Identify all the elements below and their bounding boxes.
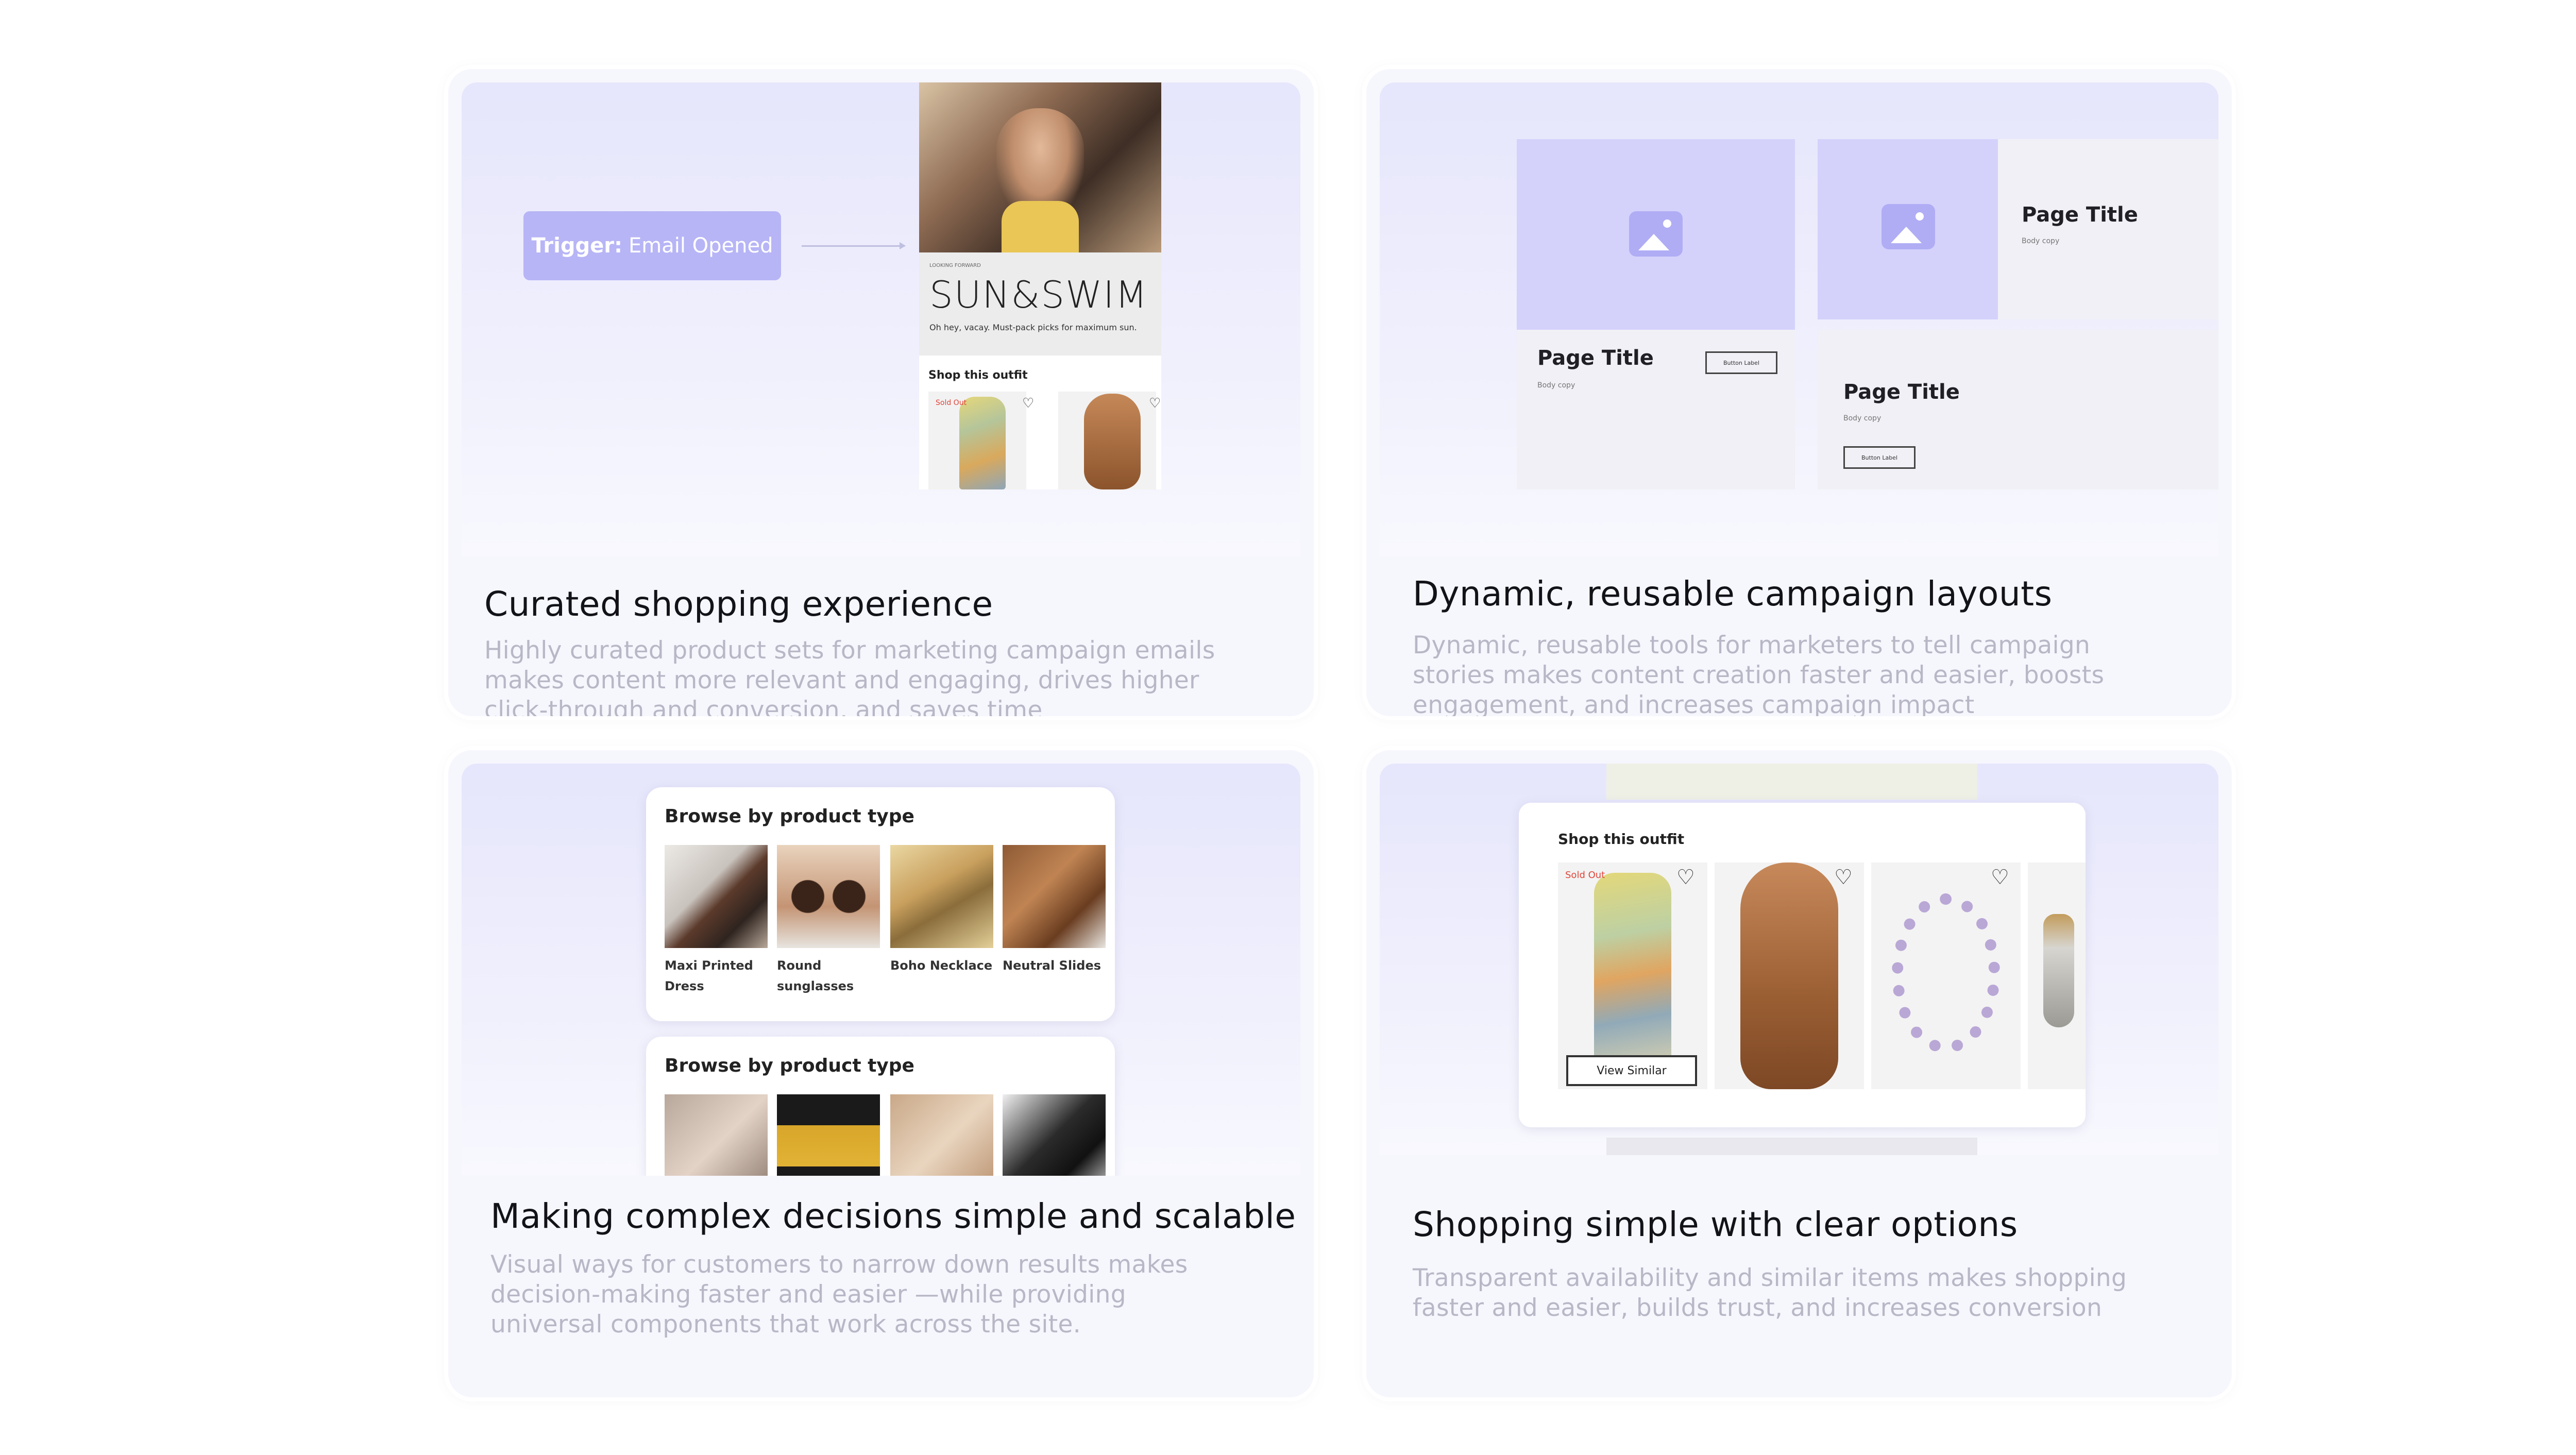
card-description: Transparent availability and similar ite… [1413, 1264, 2127, 1322]
card-curated-shopping: Trigger: Email Opened LOOKING FORWARD SU… [448, 69, 1314, 716]
tile-page-title: Page Title [2022, 203, 2138, 227]
arrow-connector [802, 242, 906, 249]
view-similar-button[interactable]: View Similar [1566, 1055, 1697, 1086]
card-description: Visual ways for customers to narrow down… [490, 1250, 1188, 1339]
sold-out-badge: Sold Out [1565, 870, 1605, 881]
card-title: Dynamic, reusable campaign layouts [1413, 574, 2053, 614]
background-strip [1606, 764, 1977, 800]
shop-outfit-title: Shop this outfit [928, 369, 1028, 382]
email-preview: LOOKING FORWARD SUN&SWIM Oh hey, vacay. … [919, 82, 1161, 489]
product-necklace[interactable] [1871, 862, 2021, 1089]
tile-image [1818, 139, 1998, 319]
email-brand: SUN&SWIM [929, 273, 1148, 316]
card-description: Dynamic, reusable tools for marketers to… [1413, 631, 2105, 716]
earring-shape [2043, 914, 2074, 1027]
browse-panel-1: Browse by product type Maxi Printed Dres… [646, 787, 1115, 1021]
trigger-badge: Trigger: Email Opened [523, 211, 781, 280]
card-preview: Browse by product type Maxi Printed Dres… [462, 764, 1300, 1176]
dress-shape [1594, 873, 1671, 1079]
tile-button[interactable]: Button Label [1705, 351, 1777, 374]
card-title: Curated shopping experience [484, 584, 993, 624]
heart-icon[interactable]: ♡ [1676, 866, 1695, 889]
tile-body-copy: Body copy [1537, 381, 1575, 390]
browse-title: Browse by product type [665, 806, 914, 827]
hero-image [919, 82, 1161, 252]
heart-icon[interactable]: ♡ [1991, 866, 2009, 889]
product-label: Round sunglasses [777, 958, 854, 993]
email-tagline: Oh hey, vacay. Must-pack picks for maxim… [929, 323, 1137, 332]
card-campaign-layouts: Page Title Body copy Button Label Page T… [1366, 69, 2232, 716]
shop-outfit-panel: Shop this outfit Sold Out ♡ View Similar… [1519, 803, 2086, 1127]
layout-tile-3: Page Title Body copy Button Label [1818, 330, 2218, 489]
product-label: Neutral Slides [1003, 958, 1101, 973]
browse-panel-2: Browse by product type [646, 1037, 1115, 1176]
email-kicker: LOOKING FORWARD [929, 263, 981, 268]
necklace-shape [1892, 893, 2000, 1053]
product-sandal[interactable] [1058, 392, 1156, 489]
heart-icon[interactable]: ♡ [1834, 866, 1853, 889]
card-title: Shopping simple with clear options [1413, 1205, 2018, 1244]
sold-out-badge: Sold Out [936, 399, 967, 407]
heart-icon[interactable]: ♡ [1022, 396, 1034, 411]
card-preview: Page Title Body copy Button Label Page T… [1380, 82, 2218, 556]
image-placeholder-icon [1882, 204, 1935, 249]
tile-body-copy: Body copy [1843, 414, 1882, 422]
tile-body-copy: Body copy [2022, 237, 2060, 245]
layout-tile-2: Page Title Body copy [1818, 139, 2218, 319]
heart-icon[interactable]: ♡ [1149, 396, 1161, 411]
card-clear-options: Shop this outfit Sold Out ♡ View Similar… [1366, 750, 2232, 1397]
tile-page-title: Page Title [1537, 346, 1654, 370]
browse-title: Browse by product type [665, 1055, 914, 1076]
card-complex-decisions: Browse by product type Maxi Printed Dres… [448, 750, 1314, 1397]
product-label: Boho Necklace [890, 958, 993, 973]
trigger-value: Email Opened [628, 234, 773, 258]
card-description: Highly curated product sets for marketin… [484, 636, 1215, 716]
tile-page-title: Page Title [1843, 380, 1960, 404]
product-sandal[interactable] [1715, 862, 1864, 1089]
product-tile-sunglasses[interactable] [777, 845, 880, 948]
product-label: Maxi Printed Dress [665, 958, 753, 993]
product-tile-coat[interactable] [665, 1094, 768, 1176]
product-tile-necklace[interactable] [890, 845, 993, 948]
trigger-label: Trigger: [531, 234, 622, 258]
card-preview: Trigger: Email Opened LOOKING FORWARD SU… [462, 82, 1300, 556]
product-tile-dress[interactable] [665, 845, 768, 948]
sandal-shape [1740, 862, 1838, 1089]
tile-image [1517, 139, 1795, 330]
shop-outfit-title: Shop this outfit [1558, 831, 1685, 848]
product-tile-jacket[interactable] [777, 1094, 880, 1176]
layout-tile-1: Page Title Body copy Button Label [1517, 139, 1795, 489]
background-strip [1606, 1138, 1977, 1155]
product-tile-slides[interactable] [1003, 845, 1106, 948]
image-placeholder-icon [1629, 211, 1683, 257]
sandal-shape [1084, 394, 1141, 489]
product-tile-bag[interactable] [1003, 1094, 1106, 1176]
tile-button[interactable]: Button Label [1843, 446, 1916, 469]
card-title: Making complex decisions simple and scal… [490, 1196, 1296, 1236]
card-preview: Shop this outfit Sold Out ♡ View Similar… [1380, 764, 2218, 1155]
product-earring[interactable] [2028, 862, 2086, 1089]
product-dress[interactable]: Sold Out [928, 392, 1026, 489]
product-tile-sweater[interactable] [890, 1094, 993, 1176]
dress-shape [959, 397, 1006, 489]
